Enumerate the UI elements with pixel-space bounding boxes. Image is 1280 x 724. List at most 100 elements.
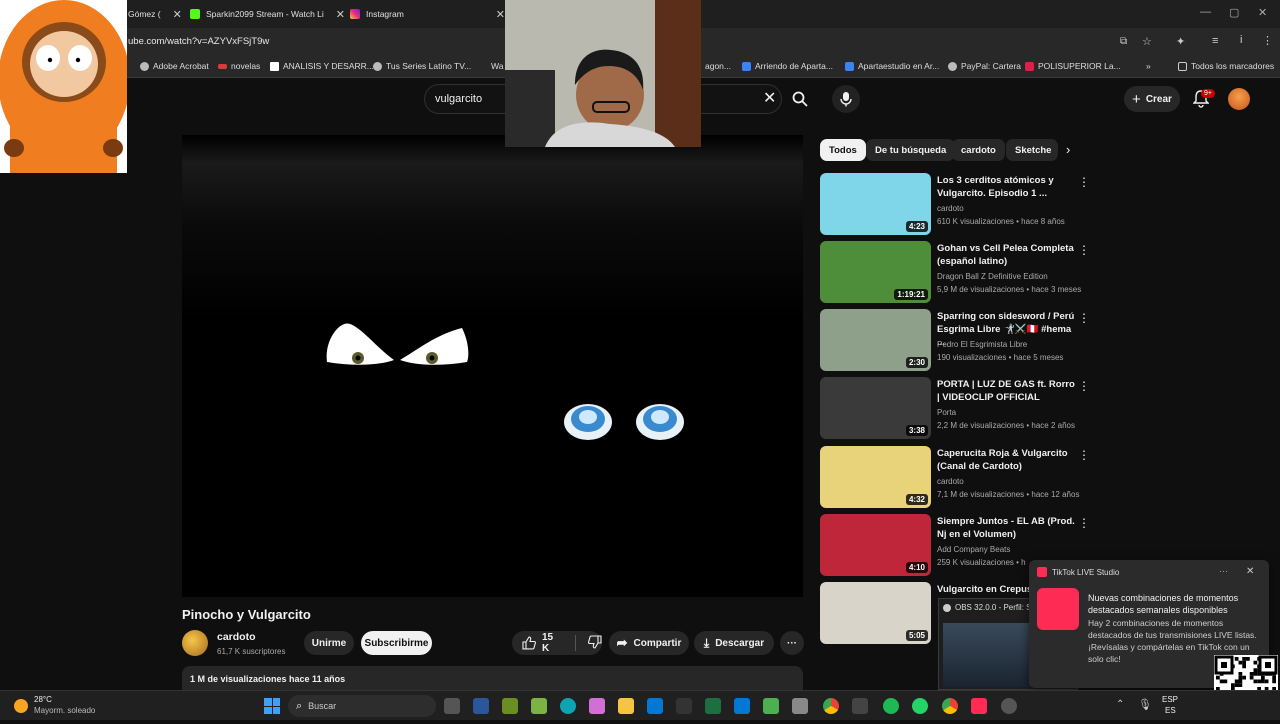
close-window-icon[interactable]: ✕ xyxy=(1258,6,1267,19)
recommendation-channel[interactable]: Porta xyxy=(937,408,956,417)
media-icon[interactable]: ≡ xyxy=(1212,35,1218,47)
minecraft-icon[interactable] xyxy=(502,698,518,714)
video-thumbnail[interactable]: 5:05 xyxy=(820,582,931,644)
recommendation-item[interactable]: 3:38 PORTA | LUZ DE GAS ft. Rorro | VIDEO… xyxy=(820,377,1090,441)
video-thumbnail[interactable]: 2:30 xyxy=(820,309,931,371)
excel-icon[interactable] xyxy=(705,698,721,714)
tab-instagram[interactable]: Instagram ✕ xyxy=(350,4,505,24)
recommendation-item[interactable]: 2:30 Sparring con sidesword / Perú Esgrim… xyxy=(820,309,1090,373)
recommendation-channel[interactable]: Add Company Beats xyxy=(937,545,1010,554)
copilot-icon[interactable] xyxy=(589,698,605,714)
search-icon[interactable] xyxy=(792,91,808,107)
more-icon[interactable]: ··· xyxy=(1219,566,1228,576)
kebab-menu-icon[interactable]: ⋮ xyxy=(1078,175,1090,189)
all-bookmarks[interactable]: Todos los marcadores xyxy=(1178,61,1274,71)
weather-temp[interactable]: 28°C xyxy=(34,695,52,704)
android-icon[interactable] xyxy=(531,698,547,714)
join-button[interactable]: Unirme xyxy=(304,631,354,655)
bookmark-item[interactable]: novelas xyxy=(218,61,260,71)
kebab-menu-icon[interactable]: ⋮ xyxy=(1078,448,1090,462)
download-button[interactable]: ⤓ Descargar xyxy=(694,631,774,655)
bookmark-item[interactable]: Tus Series Latino TV... xyxy=(373,61,471,71)
tab-sparkin-stream[interactable]: Sparkin2099 Stream - Watch Li ✕ xyxy=(190,4,345,24)
bookmark-item[interactable]: POLISUPERIOR La... xyxy=(1025,61,1121,71)
recommendation-title[interactable]: Siempre Juntos - EL AB (Prod. Nj en el V… xyxy=(937,515,1077,541)
mic-icon[interactable]: 🎙 xyxy=(1138,698,1152,711)
chip-de-tu-busqueda[interactable]: De tu búsqueda xyxy=(866,139,956,161)
avatar[interactable] xyxy=(1228,88,1250,110)
tiktok-live-icon[interactable] xyxy=(971,698,987,714)
recommendation-channel[interactable]: Dragon Ball Z Definitive Edition xyxy=(937,272,1048,281)
subscribe-button[interactable]: Subscribirme xyxy=(361,631,432,655)
app-icon[interactable] xyxy=(792,698,808,714)
maximize-icon[interactable]: ▢ xyxy=(1229,6,1239,19)
bookmark-star-icon[interactable]: ☆ xyxy=(1142,35,1152,48)
bookmark-item[interactable]: ANALISIS Y DESARR... xyxy=(270,61,374,71)
video-thumbnail[interactable]: 4:32 xyxy=(820,446,931,508)
obs-icon[interactable] xyxy=(1001,698,1017,714)
video-thumbnail[interactable]: 1:19:21 xyxy=(820,241,931,303)
chip-cardoto[interactable]: cardoto xyxy=(952,139,1005,161)
chrome-profile-icon[interactable] xyxy=(942,698,958,714)
chevron-right-icon[interactable]: › xyxy=(1066,142,1070,157)
recommendation-title[interactable]: Gohan vs Cell Pelea Completa (español la… xyxy=(937,242,1077,268)
profile-icon[interactable]: i xyxy=(1240,34,1242,46)
task-view-icon[interactable] xyxy=(444,698,460,714)
kebab-menu-icon[interactable]: ⋮ xyxy=(1078,311,1090,325)
close-icon[interactable]: ✕ xyxy=(496,8,505,21)
recommendation-item[interactable]: 1:19:21 Gohan vs Cell Pelea Completa (esp… xyxy=(820,241,1090,305)
description-box[interactable]: 1 M de visualizaciones hace 11 años xyxy=(182,666,803,690)
recommendation-item[interactable]: 4:32 Caperucita Roja & Vulgarcito (Canal … xyxy=(820,446,1090,510)
word-icon[interactable] xyxy=(473,698,489,714)
recommendation-title[interactable]: Caperucita Roja & Vulgarcito (Canal de C… xyxy=(937,447,1077,473)
folder-icon[interactable] xyxy=(618,698,634,714)
more-actions-button[interactable]: ··· xyxy=(780,631,804,655)
dislike-button[interactable] xyxy=(587,634,602,652)
kebab-menu-icon[interactable]: ⋮ xyxy=(1078,243,1090,257)
bookmark-item[interactable]: Wa xyxy=(491,61,503,71)
app-icon[interactable] xyxy=(852,698,868,714)
video-player[interactable] xyxy=(182,135,803,597)
kebab-menu-icon[interactable]: ⋮ xyxy=(1078,516,1090,530)
create-button[interactable]: + Crear xyxy=(1124,86,1180,112)
close-icon[interactable]: ✕ xyxy=(336,8,345,21)
xbox-icon[interactable] xyxy=(763,698,779,714)
store-icon[interactable] xyxy=(647,698,663,714)
share-button[interactable]: ➦ Compartir xyxy=(609,631,689,655)
close-icon[interactable]: ✕ xyxy=(1246,566,1254,577)
whatsapp-icon[interactable] xyxy=(912,698,928,714)
search-input[interactable]: vulgarcito xyxy=(435,93,482,105)
minimize-icon[interactable]: — xyxy=(1200,6,1211,18)
capcut-icon[interactable] xyxy=(676,698,692,714)
channel-name[interactable]: cardoto xyxy=(217,631,256,643)
taskbar-search[interactable]: ⌕ Buscar xyxy=(288,695,436,717)
video-thumbnail[interactable]: 4:23 xyxy=(820,173,931,235)
chrome-icon[interactable] xyxy=(823,698,839,714)
tab-gomez[interactable]: Gómez ( ✕ xyxy=(128,4,182,24)
spotify-icon[interactable] xyxy=(883,698,899,714)
bookmark-item[interactable]: Arriendo de Aparta... xyxy=(742,61,833,71)
close-icon[interactable]: ✕ xyxy=(173,8,182,21)
bookmark-item[interactable]: Adobe Acrobat xyxy=(140,61,209,71)
recommendation-channel[interactable]: cardoto xyxy=(937,204,964,213)
bookmark-item[interactable]: PayPal: Cartera xyxy=(948,61,1021,71)
recommendation-channel[interactable]: cardoto xyxy=(937,477,964,486)
bookmark-item[interactable]: Apartaestudio en Ar... xyxy=(845,61,939,71)
outlook-icon[interactable] xyxy=(734,698,750,714)
recommendation-title[interactable]: Los 3 cerditos atómicos y Vulgarcito. Ep… xyxy=(937,174,1077,200)
recommendation-item[interactable]: 4:23 Los 3 cerditos atómicos y Vulgarcito… xyxy=(820,173,1090,237)
voice-search-button[interactable] xyxy=(832,85,860,113)
menu-icon[interactable]: ⋮ xyxy=(1262,34,1273,47)
video-thumbnail[interactable]: 4:10 xyxy=(820,514,931,576)
language-indicator[interactable]: ESP xyxy=(1162,695,1178,704)
kebab-menu-icon[interactable]: ⋮ xyxy=(1078,379,1090,393)
recommendation-title[interactable]: PORTA | LUZ DE GAS ft. Rorro | VIDEOCLIP… xyxy=(937,378,1077,404)
chevron-up-icon[interactable]: ⌃ xyxy=(1116,699,1124,710)
channel-avatar[interactable] xyxy=(182,630,208,656)
chip-sketche[interactable]: Sketche xyxy=(1006,139,1058,161)
more-bookmarks-icon[interactable]: » xyxy=(1146,61,1151,71)
clear-search-icon[interactable]: ✕ xyxy=(763,88,776,108)
windows-start-icon[interactable] xyxy=(264,698,280,714)
video-thumbnail[interactable]: 3:38 xyxy=(820,377,931,439)
extensions-icon[interactable]: ✦ xyxy=(1176,35,1185,48)
